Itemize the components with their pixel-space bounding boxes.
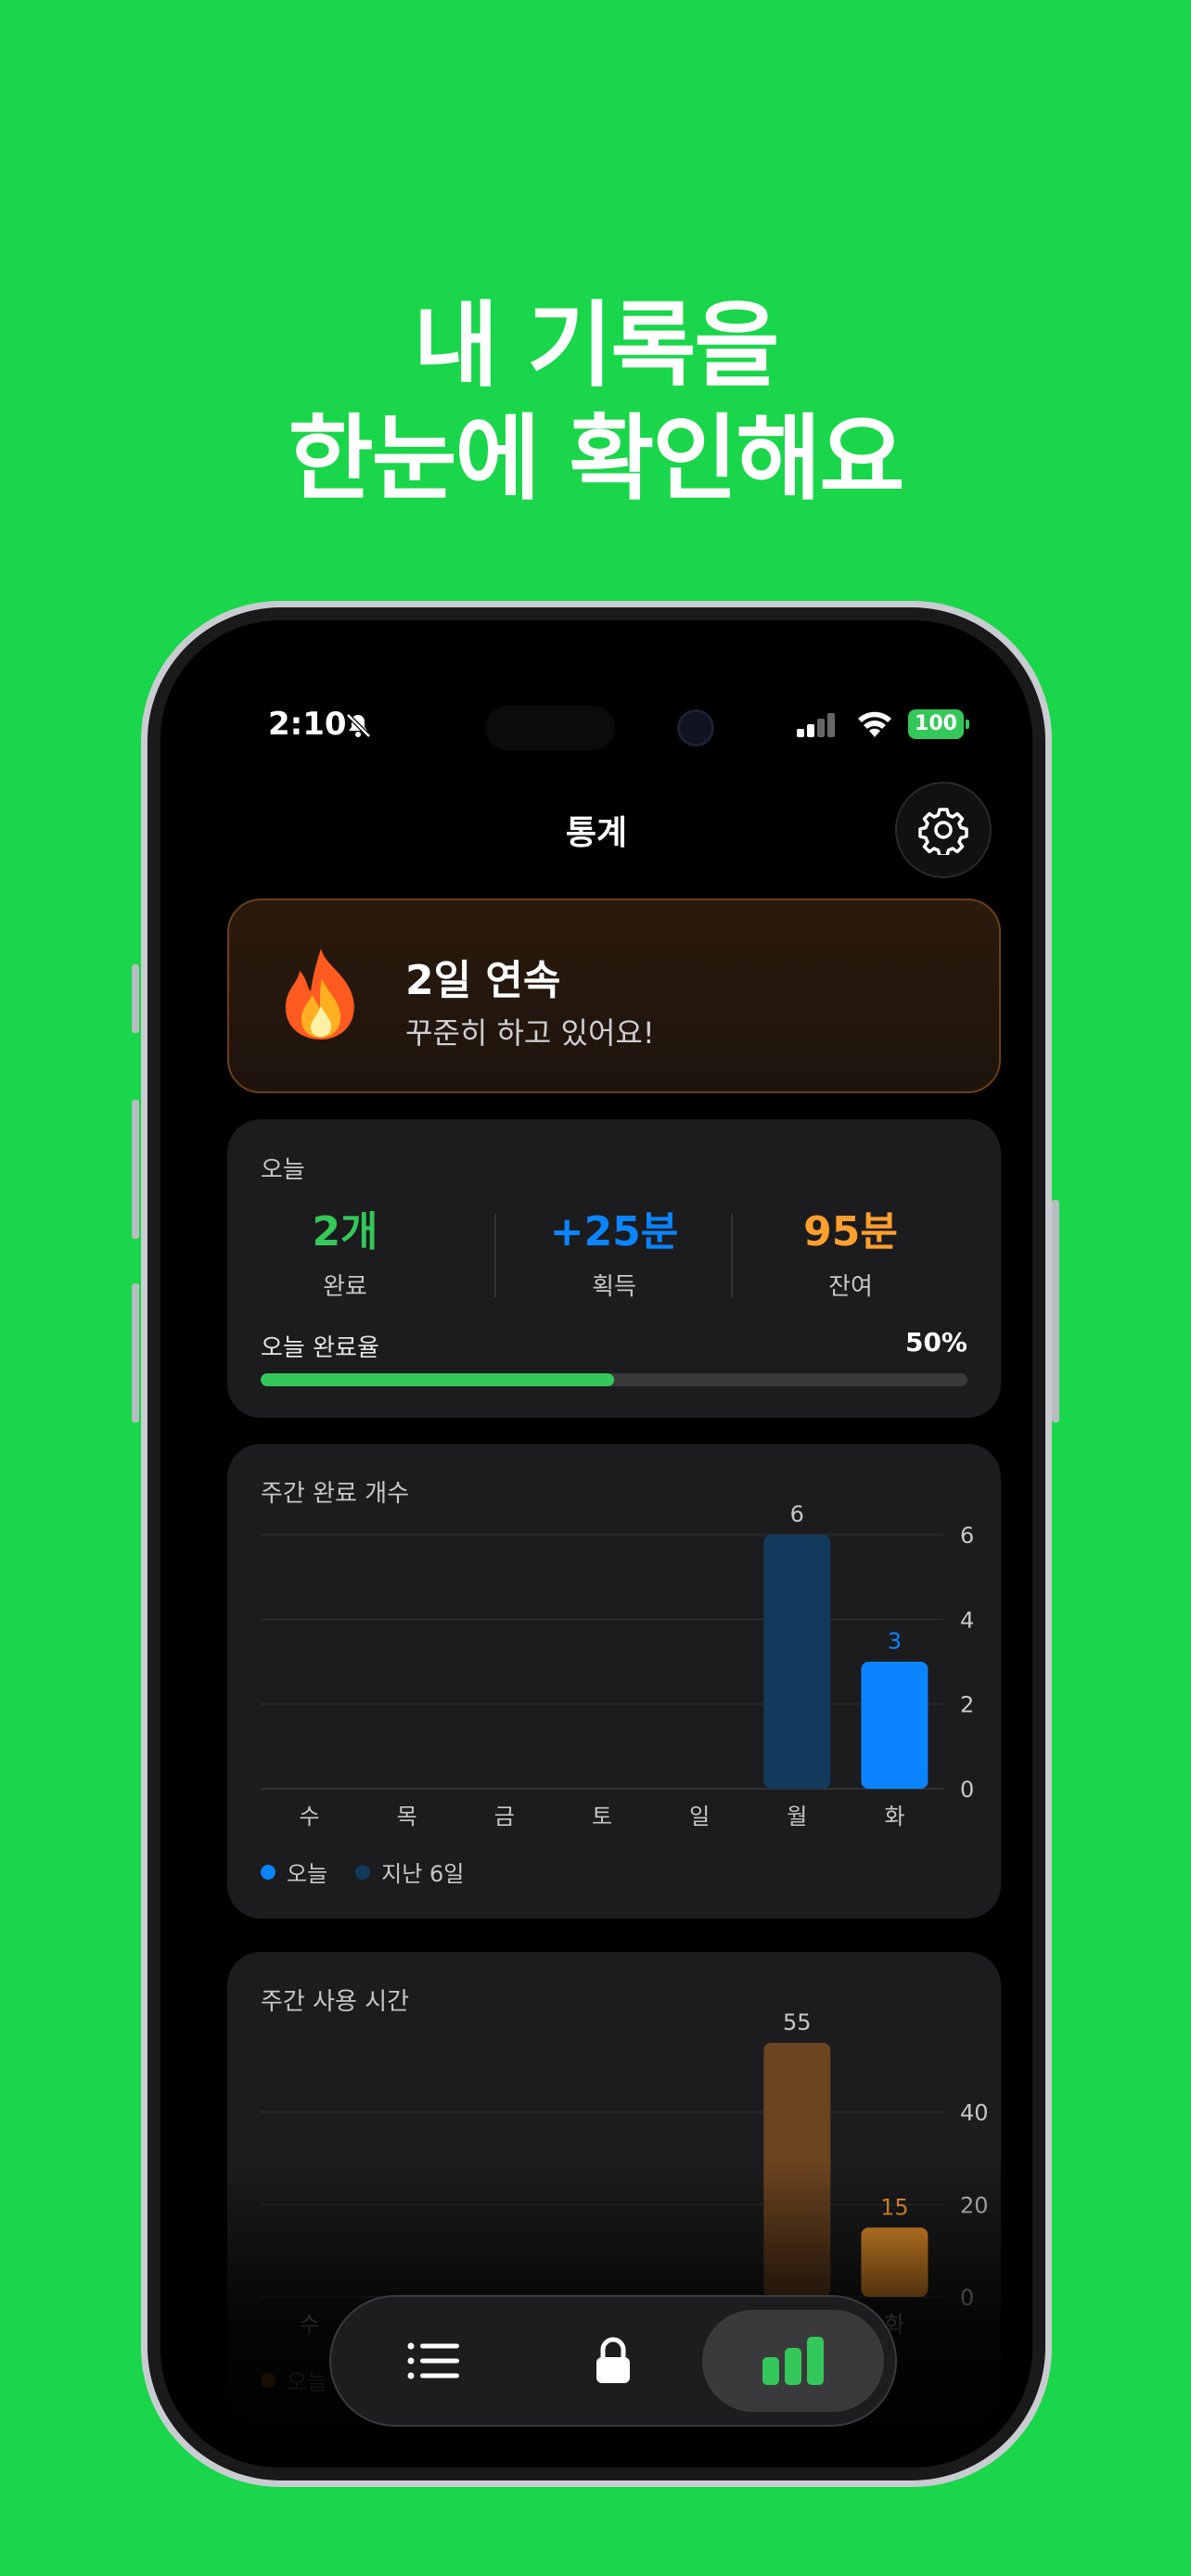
legend-dot-past [355, 1864, 371, 1880]
x-tick-label: 수 [300, 1804, 320, 1830]
legend-label: 지난 6일 [381, 1861, 465, 1887]
battery-icon: 100 [908, 709, 969, 739]
legend-dot-today [261, 1864, 275, 1880]
bell-slash-icon [346, 713, 371, 738]
y-tick-label: 40 [960, 2100, 989, 2126]
x-tick-label: 금 [494, 1804, 515, 1830]
stat-value: 95분 [803, 1208, 898, 1256]
chart-legend: 오늘 지난 6일 [261, 1855, 492, 1888]
bar [763, 1535, 831, 1789]
cellular-signal-icon [797, 713, 835, 737]
y-tick-label: 4 [960, 1607, 974, 1633]
status-time: 2:10 [268, 706, 347, 743]
x-tick-label: 토 [592, 1804, 612, 1830]
phone-volume-up [132, 1100, 139, 1239]
legend-item-past: 지난 6일 [355, 1855, 464, 1888]
phone-frame: 2:10 100 통계 2일 연속 꾸준히 하고 있어요! 오늘 2개 완료 +… [141, 601, 1052, 2487]
y-tick-label: 2 [960, 1692, 974, 1718]
completion-rate-value: 50% [904, 1327, 967, 1358]
stat-value: +25분 [549, 1208, 679, 1256]
chart-title: 주간 사용 시간 [261, 1988, 409, 2016]
lock-icon [596, 2337, 630, 2383]
today-label: 오늘 [261, 1156, 305, 1184]
completion-rate-label: 오늘 완료율 [261, 1334, 379, 1362]
tab-list[interactable] [342, 2310, 524, 2412]
phone-mute-switch [132, 964, 139, 1033]
weekly-count-chart: 주간 완료 개수 0 2 4 6 수 목 금 토 일 6 월 3 화 [261, 1480, 974, 1830]
dynamic-island [485, 706, 615, 750]
legend-item-today: 오늘 [261, 1855, 327, 1888]
gear-icon [918, 808, 968, 855]
completion-progress-bar [261, 1373, 967, 1386]
y-tick-label: 0 [960, 1777, 974, 1803]
promo-line-1: 내 기록을 [413, 291, 780, 400]
stat-label: 완료 [323, 1273, 367, 1301]
streak-subtitle: 꾸준히 하고 있어요! [405, 1015, 655, 1051]
chart-title: 주간 완료 개수 [261, 1480, 409, 1508]
bar [861, 1662, 928, 1789]
list-icon [407, 2342, 459, 2379]
legend-label: 오늘 [287, 1861, 328, 1887]
promo-line-2: 한눈에 확인해요 [288, 404, 905, 513]
phone-volume-down [132, 1283, 139, 1422]
x-tick-label: 목 [397, 1804, 417, 1830]
tab-statistics[interactable] [702, 2310, 884, 2412]
streak-card: 2일 연속 꾸준히 하고 있어요! [227, 899, 1001, 1093]
stat-label: 잔여 [828, 1273, 873, 1301]
status-bar: 2:10 100 [160, 706, 1032, 758]
phone-bezel: 2:10 100 통계 2일 연속 꾸준히 하고 있어요! 오늘 2개 완료 +… [147, 607, 1045, 2480]
settings-button[interactable] [895, 782, 992, 878]
data-label: 6 [790, 1501, 804, 1527]
tab-lock[interactable] [522, 2310, 704, 2412]
weekly-count-card: 주간 완료 개수 0 2 4 6 수 목 금 토 일 6 월 3 화 오늘 지난 6일 [227, 1444, 1001, 1919]
stat-earned: +25분 획득 [496, 1208, 732, 1302]
x-tick-label: 화 [884, 1804, 904, 1830]
front-camera [677, 709, 714, 746]
completion-progress-fill [261, 1373, 614, 1386]
tab-bar [329, 2295, 897, 2427]
phone-screen: 2:10 100 통계 2일 연속 꾸준히 하고 있어요! 오늘 2개 완료 +… [160, 620, 1032, 2468]
fire-icon [285, 949, 354, 1039]
chart-icon [762, 2337, 824, 2385]
stat-completed: 2개 완료 [227, 1208, 463, 1302]
promo-headline: 내 기록을 한눈에 확인해요 [0, 289, 1191, 516]
stat-value: 2개 [312, 1208, 378, 1256]
data-label: 3 [888, 1628, 902, 1654]
today-card: 오늘 2개 완료 +25분 획득 95분 잔여 오늘 완료율 50% [227, 1119, 1001, 1418]
x-tick-label: 일 [689, 1804, 710, 1830]
stat-label: 획득 [592, 1273, 636, 1301]
wifi-icon [858, 711, 891, 737]
y-tick-label: 6 [960, 1523, 974, 1549]
x-tick-label: 월 [787, 1804, 807, 1830]
phone-power-button [1052, 1200, 1059, 1422]
stat-remaining: 95분 잔여 [733, 1208, 968, 1302]
streak-title: 2일 연속 [405, 957, 561, 1004]
data-label: 55 [783, 2009, 812, 2035]
